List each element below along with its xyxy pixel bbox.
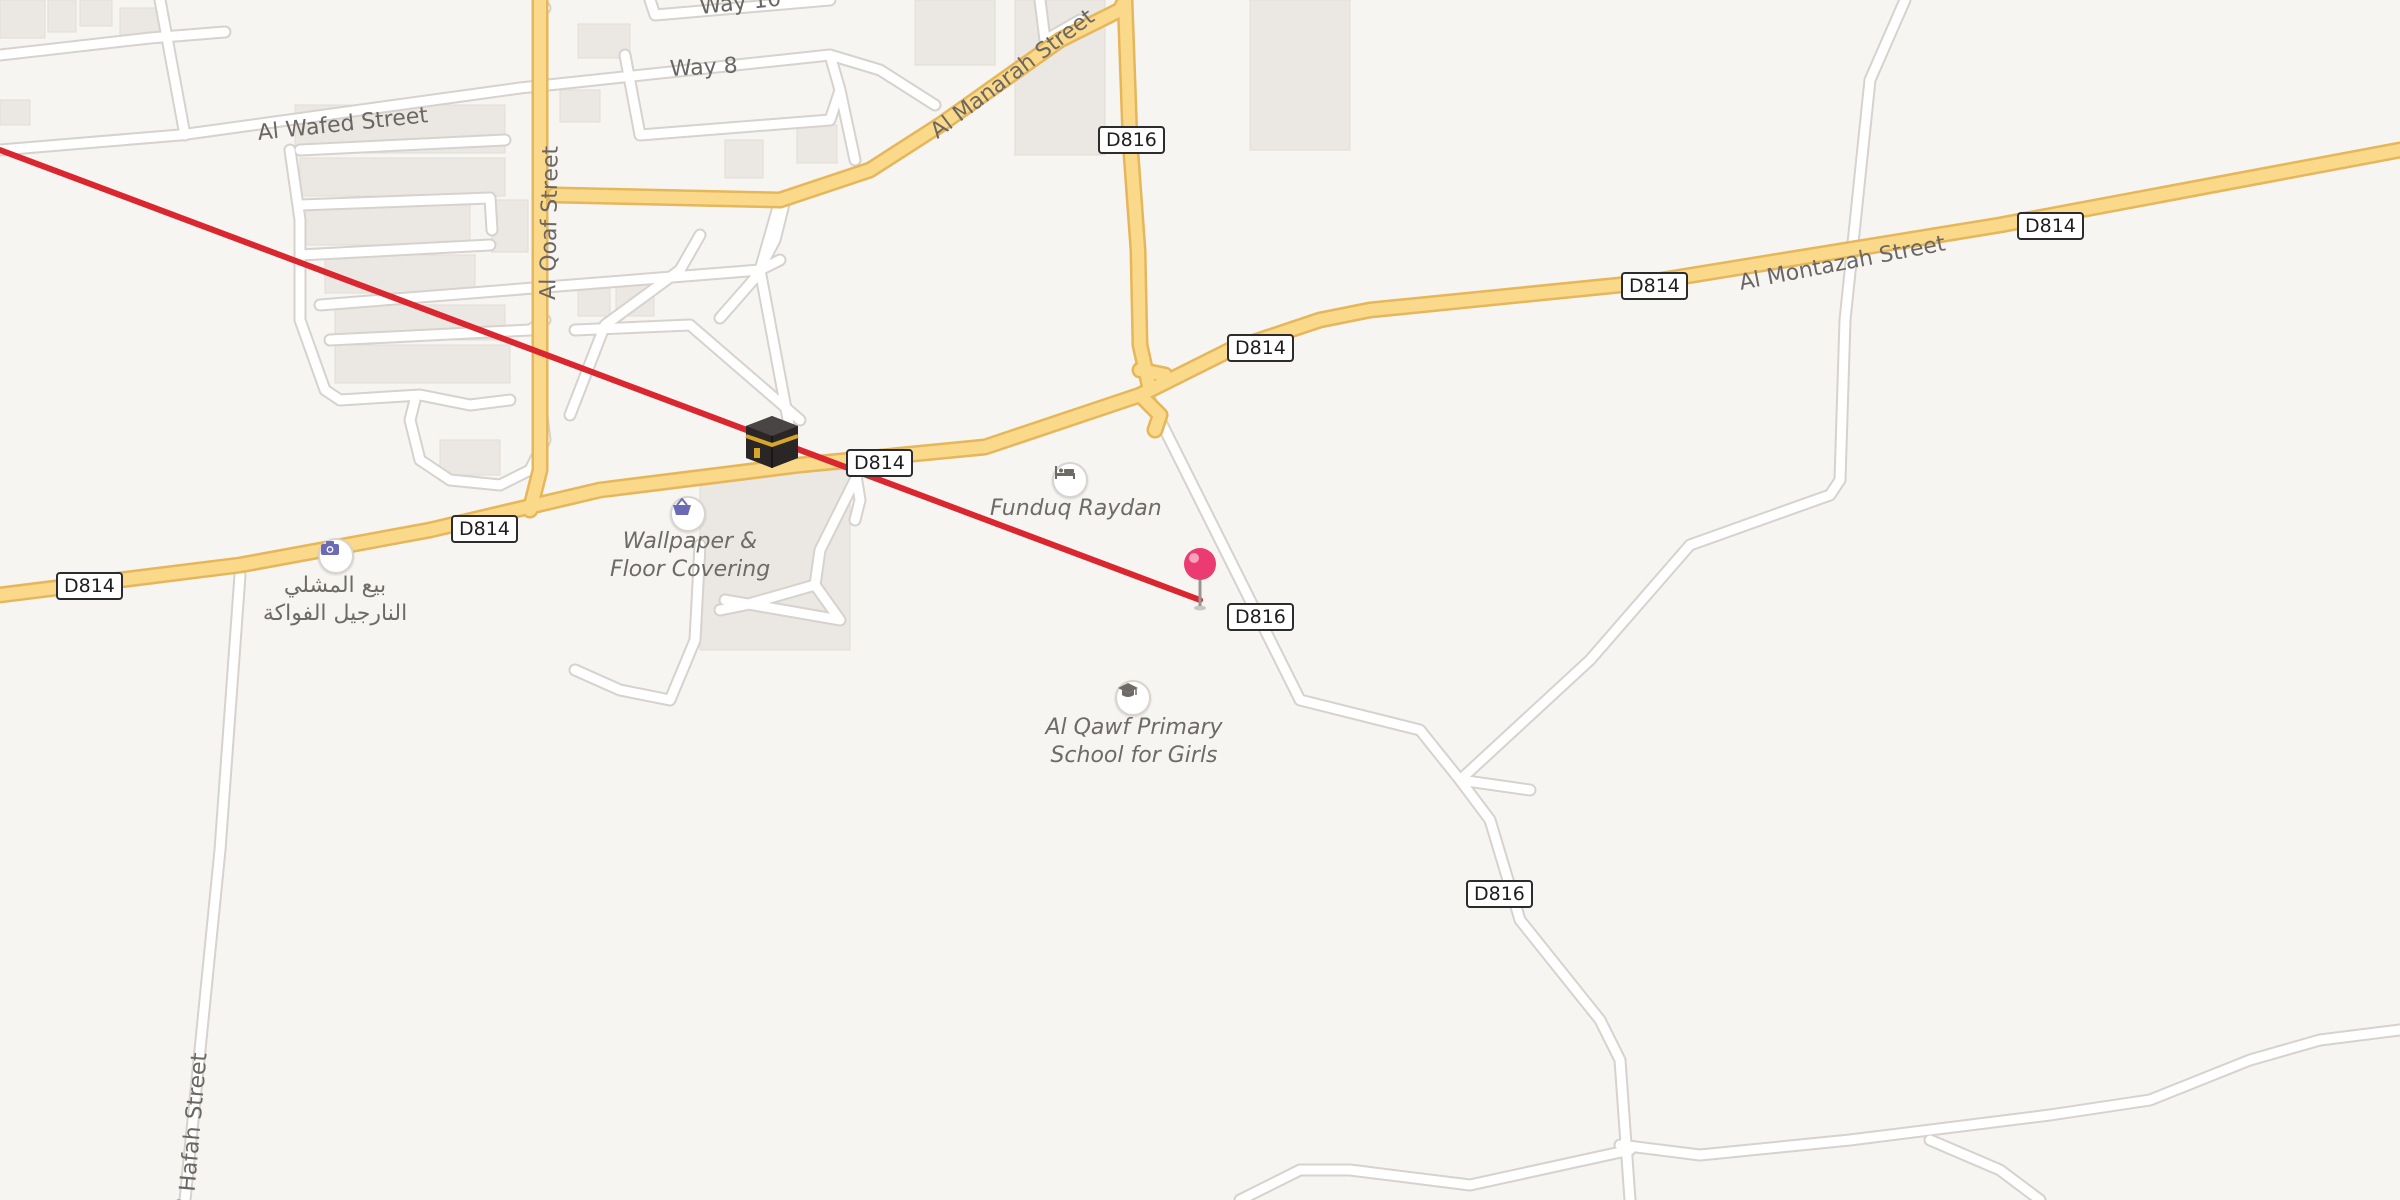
street-label-way-10: Way 10	[698, 0, 782, 20]
poi-label-shop-line2: Floor Covering	[610, 557, 771, 582]
map-canvas[interactable]: Way 10 Way 8 Al Wafed Street Al Manarah …	[0, 0, 2400, 1200]
street-label-al-hafah: Al Hafah Street	[173, 1051, 213, 1200]
graduation-cap-icon[interactable]	[1115, 680, 1151, 716]
street-label-way-8: Way 8	[669, 53, 738, 82]
road-shield-d814: D814	[451, 515, 518, 543]
poi-label-camera-shop[interactable]: بيع المشلي النارجيل الفواكة	[240, 572, 430, 628]
road-shield-d814: D814	[846, 449, 913, 477]
map-pin-icon[interactable]	[1170, 540, 1230, 612]
poi-label-camera-shop-line2: النارجيل الفواكة	[262, 601, 408, 626]
poi-label-camera-shop-line1: بيع المشلي	[283, 573, 387, 598]
route-line	[0, 147, 1203, 603]
poi-label-shop[interactable]: Wallpaper & Floor Covering	[610, 528, 770, 584]
poi-label-hotel[interactable]: Funduq Raydan	[990, 495, 1162, 523]
street-label-al-qoaf: Al Qoaf Street	[536, 145, 564, 300]
shopping-basket-icon[interactable]	[670, 496, 706, 532]
road-shield-d816: D816	[1466, 880, 1533, 908]
camera-icon[interactable]	[318, 538, 354, 574]
road-shield-d814: D814	[56, 572, 123, 600]
bed-icon[interactable]	[1052, 462, 1088, 498]
poi-label-school-line2: School for Girls	[1050, 743, 1218, 768]
kaaba-icon[interactable]	[742, 414, 802, 470]
road-shield-d814: D814	[1621, 272, 1688, 300]
poi-label-shop-line1: Wallpaper &	[622, 529, 758, 554]
poi-label-school[interactable]: Al Qawf Primary School for Girls	[1030, 714, 1238, 770]
road-shield-d816: D816	[1098, 126, 1165, 154]
road-shield-d814: D814	[1227, 334, 1294, 362]
road-shield-d814: D814	[2017, 212, 2084, 240]
poi-label-school-line1: Al Qawf Primary	[1045, 715, 1223, 740]
road-shield-d816: D816	[1227, 603, 1294, 631]
